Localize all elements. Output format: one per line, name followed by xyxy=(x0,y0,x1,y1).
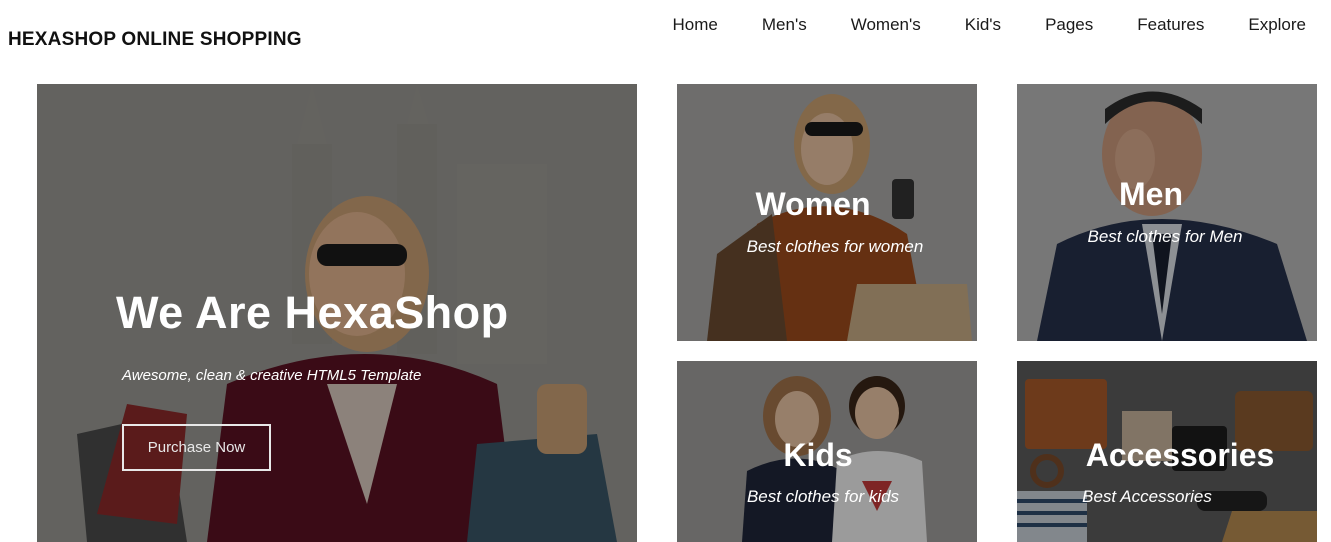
kids-subtitle: Best clothes for kids xyxy=(746,487,900,506)
women-subtitle: Best clothes for women xyxy=(746,237,924,256)
nav-womens[interactable]: Women's xyxy=(851,15,921,35)
accessories-subtitle: Best Accessories xyxy=(1082,487,1212,506)
men-title: Men xyxy=(1119,176,1183,212)
men-subtitle: Best clothes for Men xyxy=(1087,227,1243,246)
nav-pages[interactable]: Pages xyxy=(1045,15,1093,35)
accessories-title: Accessories xyxy=(1085,437,1275,473)
nav-explore[interactable]: Explore xyxy=(1248,15,1306,35)
category-men[interactable]: Men Best clothes for Men xyxy=(1017,84,1317,341)
nav-features[interactable]: Features xyxy=(1137,15,1204,35)
purchase-now-button[interactable]: Purchase Now xyxy=(122,424,271,471)
kids-title: Kids xyxy=(783,437,853,473)
hero-banner: We Are HexaShop Awesome, clean & creativ… xyxy=(37,84,637,542)
hero-title: We Are HexaShop xyxy=(116,287,509,338)
nav-kids[interactable]: Kid's xyxy=(965,15,1001,35)
site-logo[interactable]: HEXASHOP ONLINE SHOPPING xyxy=(8,29,302,51)
hero-subtitle: Awesome, clean & creative HTML5 Template xyxy=(122,367,422,384)
category-women[interactable]: Women Best clothes for women xyxy=(677,84,977,341)
category-kids[interactable]: Kids Best clothes for kids xyxy=(677,361,977,542)
nav-home[interactable]: Home xyxy=(673,15,718,35)
women-title: Women xyxy=(755,186,871,222)
main-nav: Home Men's Women's Kid's Pages Features … xyxy=(673,15,1306,35)
category-accessories[interactable]: Accessories Best Accessories xyxy=(1017,361,1317,542)
nav-mens[interactable]: Men's xyxy=(762,15,807,35)
